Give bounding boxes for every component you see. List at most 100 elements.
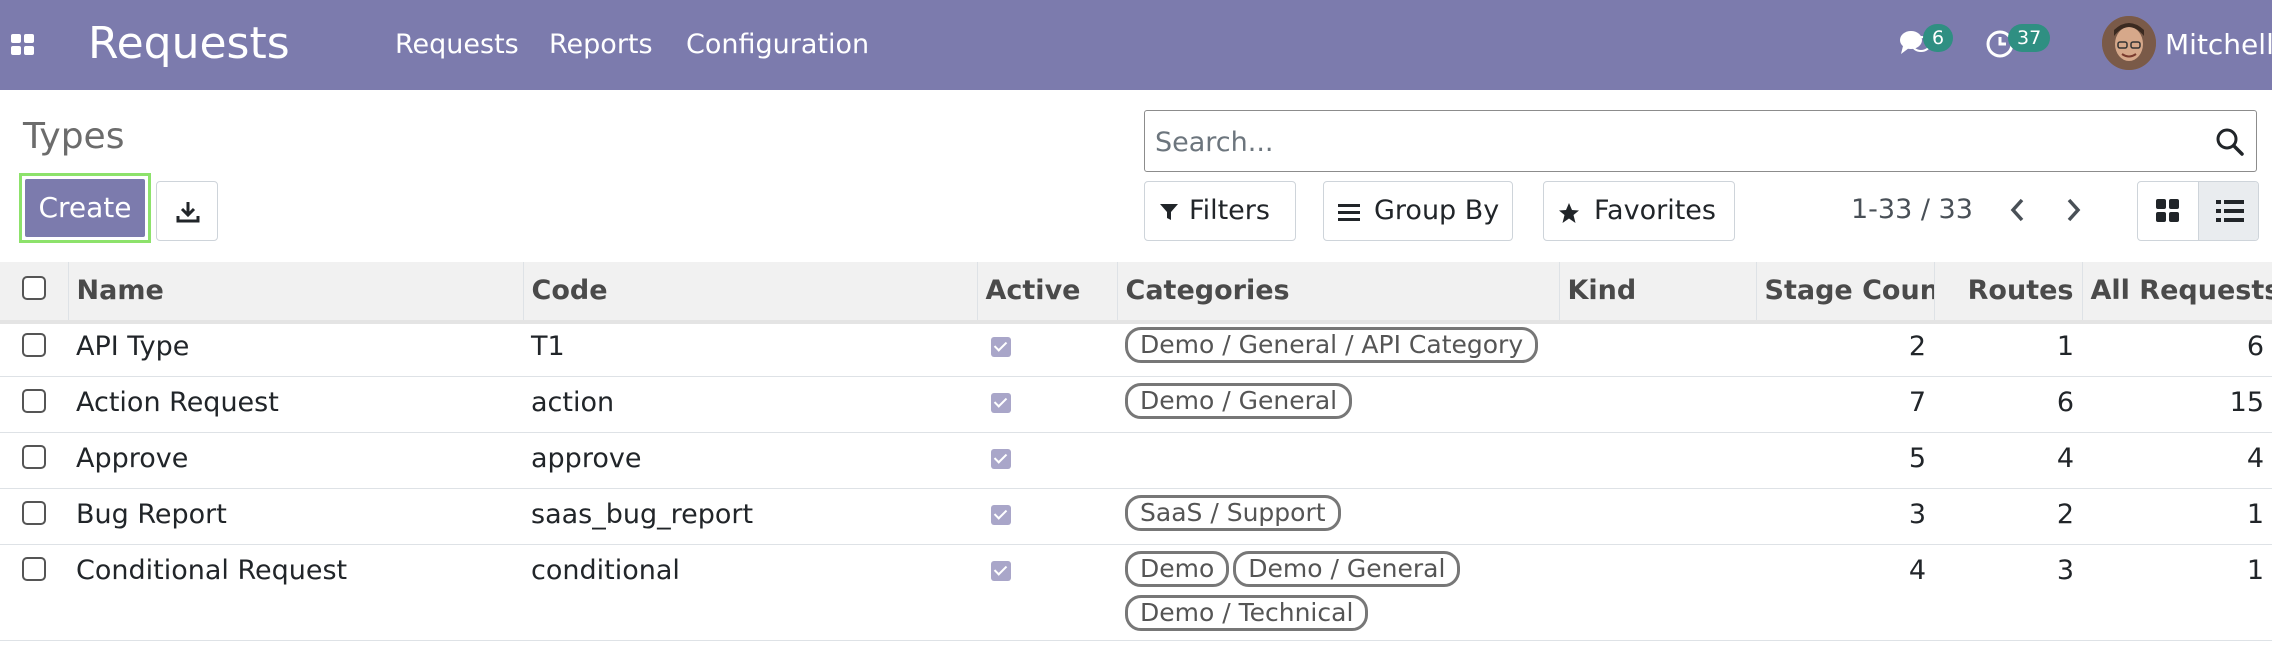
group-by-button[interactable]: Group By — [1323, 181, 1513, 241]
cell-name[interactable]: Approve — [68, 432, 523, 488]
cell-all-requests[interactable]: 4 — [2082, 432, 2272, 488]
table-row[interactable]: Conditional Request conditional Demo Demo /… — [0, 544, 2272, 640]
chevron-left-icon — [2010, 198, 2024, 222]
export-button[interactable] — [156, 181, 218, 241]
messages-count-badge: 6 — [1923, 24, 1954, 52]
top-navbar: Requests Requests Reports Configuration … — [0, 0, 2272, 90]
apps-menu-icon[interactable] — [11, 34, 37, 56]
cell-active[interactable] — [977, 544, 1117, 640]
cell-active[interactable] — [977, 432, 1117, 488]
active-checkbox — [991, 336, 1011, 357]
kanban-view-button[interactable] — [2138, 182, 2198, 240]
group-by-label: Group By — [1374, 195, 1500, 226]
column-header-all-requests[interactable]: All Requests — [2081, 262, 2272, 321]
row-checkbox[interactable] — [22, 500, 46, 525]
chevron-right-icon — [2067, 198, 2081, 222]
cell-stage-count[interactable]: 3 — [1756, 488, 1934, 544]
filters-button[interactable]: Filters — [1144, 181, 1296, 241]
cell-all-requests[interactable]: 1 — [2082, 488, 2272, 544]
row-checkbox[interactable] — [22, 388, 46, 413]
pager-value[interactable]: 1-33 / 33 — [1851, 191, 1973, 229]
cell-name[interactable]: Action Request — [68, 376, 523, 432]
cell-stage-count[interactable]: 7 — [1756, 376, 1934, 432]
table-row[interactable]: API Type T1 Demo / General / API Category 2… — [0, 320, 2272, 376]
column-header-active[interactable]: Active — [976, 262, 1117, 321]
menu-item-requests[interactable]: Requests — [395, 26, 519, 64]
search-icon[interactable] — [2215, 127, 2245, 157]
column-header-stage-count[interactable]: Stage Count — [1755, 262, 1934, 321]
column-header-name[interactable]: Name — [67, 262, 523, 321]
cell-all-requests[interactable]: 15 — [2082, 376, 2272, 432]
select-all-cell — [0, 262, 68, 321]
menu-item-configuration[interactable]: Configuration — [686, 26, 869, 64]
cell-kind[interactable] — [1559, 376, 1756, 432]
row-checkbox[interactable] — [22, 332, 46, 357]
download-icon — [176, 202, 200, 223]
cell-code[interactable]: saas_bug_report — [523, 488, 977, 544]
select-all-checkbox[interactable] — [22, 276, 46, 301]
cell-active[interactable] — [977, 376, 1117, 432]
cell-categories[interactable] — [1117, 432, 1559, 488]
cell-kind[interactable] — [1559, 544, 1756, 640]
favorites-label: Favorites — [1594, 195, 1716, 226]
pager-previous-button[interactable] — [2005, 195, 2031, 225]
table-row[interactable]: Bug Report saas_bug_report SaaS / Support 3… — [0, 488, 2272, 544]
cell-stage-count[interactable]: 2 — [1756, 320, 1934, 376]
cell-routes[interactable]: 6 — [1934, 376, 2082, 432]
cell-name[interactable]: API Type — [68, 320, 523, 376]
column-header-code[interactable]: Code — [522, 262, 977, 321]
cell-active[interactable] — [977, 320, 1117, 376]
bars-icon — [1338, 204, 1360, 221]
list-view-button[interactable] — [2198, 182, 2258, 240]
row-checkbox[interactable] — [22, 556, 46, 581]
cell-kind[interactable] — [1559, 320, 1756, 376]
favorites-button[interactable]: Favorites — [1543, 181, 1735, 241]
create-button[interactable]: Create — [19, 173, 151, 243]
cell-code[interactable]: T1 — [523, 320, 977, 376]
column-header-routes[interactable]: Routes — [1933, 262, 2082, 321]
list-icon — [2216, 200, 2244, 222]
app-title[interactable]: Requests — [88, 14, 290, 74]
cell-active[interactable] — [977, 488, 1117, 544]
types-list-table: Name Code Active Categories Kind Stage C… — [0, 262, 2272, 641]
cell-stage-count[interactable]: 4 — [1756, 544, 1934, 640]
table-row[interactable]: Action Request action Demo / General 7 6 15 — [0, 376, 2272, 432]
cell-categories[interactable]: Demo / General — [1117, 376, 1559, 432]
cell-routes[interactable]: 4 — [1934, 432, 2082, 488]
filter-icon — [1160, 204, 1178, 220]
active-checkbox — [991, 448, 1011, 469]
cell-stage-count[interactable]: 5 — [1756, 432, 1934, 488]
search-box[interactable] — [1144, 110, 2257, 172]
create-button-label: Create — [25, 179, 145, 237]
column-header-kind[interactable]: Kind — [1558, 262, 1756, 321]
category-tag: Demo / General / API Category — [1125, 326, 1539, 363]
cell-categories[interactable]: SaaS / Support — [1117, 488, 1559, 544]
pager-next-button[interactable] — [2060, 195, 2086, 225]
cell-routes[interactable]: 1 — [1934, 320, 2082, 376]
cell-kind[interactable] — [1559, 488, 1756, 544]
search-input[interactable] — [1155, 123, 2155, 161]
cell-name[interactable]: Bug Report — [68, 488, 523, 544]
user-name[interactable]: Mitchell — [2165, 26, 2272, 64]
cell-routes[interactable]: 3 — [1934, 544, 2082, 640]
activities-count-badge: 37 — [2008, 24, 2051, 52]
cell-kind[interactable] — [1559, 432, 1756, 488]
row-checkbox[interactable] — [22, 444, 46, 469]
table-header-row: Name Code Active Categories Kind Stage C… — [0, 262, 2272, 321]
cell-categories[interactable]: Demo / General / API Category — [1117, 320, 1559, 376]
row-select-cell — [0, 544, 68, 640]
cell-code[interactable]: conditional — [523, 544, 977, 640]
table-row[interactable]: Approve approve 5 4 4 — [0, 432, 2272, 488]
cell-name[interactable]: Conditional Request — [68, 544, 523, 640]
cell-all-requests[interactable]: 6 — [2082, 320, 2272, 376]
filters-label: Filters — [1189, 195, 1270, 226]
user-avatar[interactable] — [2102, 16, 2156, 70]
cell-routes[interactable]: 2 — [1934, 488, 2082, 544]
column-header-categories[interactable]: Categories — [1116, 262, 1559, 321]
cell-code[interactable]: approve — [523, 432, 977, 488]
cell-code[interactable]: action — [523, 376, 977, 432]
cell-categories[interactable]: Demo Demo / General Demo / Technical — [1117, 544, 1559, 640]
cell-all-requests[interactable]: 1 — [2082, 544, 2272, 640]
menu-item-reports[interactable]: Reports — [549, 26, 653, 64]
page-title: Types — [23, 116, 125, 157]
